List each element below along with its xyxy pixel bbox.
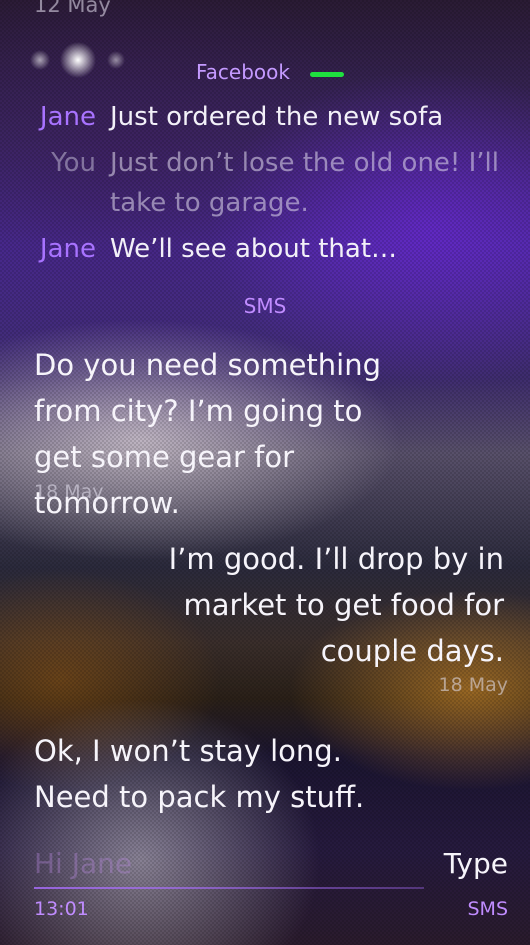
message-row[interactable]: Jane We’ll see about that… [0, 229, 530, 269]
message-text: Just don’t lose the old one! I’ll take t… [110, 148, 499, 218]
message-input[interactable]: Hi Jane [34, 847, 132, 880]
message-timestamp: 18 May [438, 674, 509, 696]
outgoing-message[interactable]: I’m good. I’ll drop by in market to get … [164, 536, 504, 674]
source-label-facebook: Facebook [196, 60, 290, 84]
source-label-sms: SMS [243, 294, 287, 318]
input-underline [34, 887, 424, 889]
sparkle-icon [30, 42, 125, 78]
online-status-indicator [310, 72, 344, 77]
type-button[interactable]: Type [444, 847, 508, 880]
message-timestamp: 18 May [34, 481, 104, 503]
sender-name: Jane [39, 234, 96, 264]
message-text: Just ordered the new sofa [110, 102, 444, 132]
message-text: We’ll see about that… [110, 234, 398, 264]
channel-selector[interactable]: SMS [467, 898, 508, 920]
clock-time: 13:01 [34, 898, 89, 920]
message-row[interactable]: You Just don’t lose the old one! I’ll ta… [0, 143, 530, 223]
incoming-message[interactable]: Ok, I won’t stay long. Need to pack my s… [34, 728, 394, 820]
conversation-screen: 12 May Facebook Jane Just ordered the ne… [0, 0, 530, 945]
date-header: 12 May [34, 0, 111, 17]
sender-name: You [51, 148, 96, 178]
sender-name: Jane [39, 102, 96, 132]
message-row[interactable]: Jane Just ordered the new sofa [0, 97, 530, 137]
